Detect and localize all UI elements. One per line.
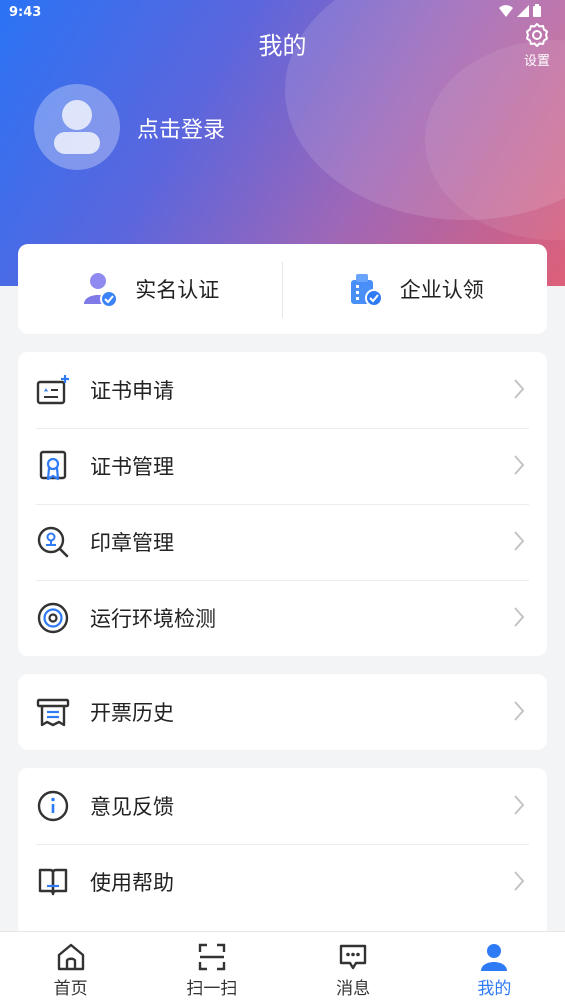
menu-item-label: 运行环境检测 — [90, 607, 216, 631]
menu-item-certificate-apply[interactable]: 证书申请 — [18, 352, 547, 428]
enterprise-claim-button[interactable]: 企业认领 — [283, 244, 548, 334]
chevron-right-icon — [514, 455, 525, 475]
default-avatar-icon — [54, 100, 100, 154]
nav-messages[interactable]: 消息 — [283, 932, 424, 1004]
wifi-icon — [499, 4, 513, 17]
gear-icon — [526, 23, 548, 47]
seal-search-icon — [36, 525, 70, 559]
avatar[interactable] — [34, 84, 120, 170]
invoice-menu-card: 开票历史 — [18, 674, 547, 750]
settings-button[interactable]: 设置 — [521, 22, 553, 69]
status-icons — [499, 4, 541, 17]
menu-item-label: 意见反馈 — [90, 795, 174, 819]
menu-item-label: 证书管理 — [90, 455, 174, 479]
nav-mine-label: 我的 — [477, 979, 512, 999]
menu-item-label: 使用帮助 — [90, 871, 174, 895]
chevron-right-icon — [514, 701, 525, 721]
real-name-auth-button[interactable]: 实名认证 — [18, 244, 283, 334]
scan-icon — [198, 943, 226, 971]
user-icon — [481, 944, 508, 971]
nav-messages-label: 消息 — [336, 979, 371, 999]
menu-item-label: 证书申请 — [90, 379, 174, 403]
menu-item-environment-check[interactable]: 运行环境检测 — [18, 580, 547, 656]
status-time: 9:43 — [9, 5, 42, 20]
chevron-right-icon — [514, 379, 525, 399]
menu-item-invoice-history[interactable]: 开票历史 — [18, 674, 547, 750]
enterprise-claim-label: 企业认领 — [399, 278, 484, 302]
nav-home[interactable]: 首页 — [0, 932, 141, 1004]
certificate-add-icon — [36, 373, 70, 407]
status-bar: 9:43 — [0, 0, 565, 26]
battery-icon — [533, 4, 541, 17]
support-menu-card: 意见反馈 使用帮助 — [18, 768, 547, 938]
certificate-menu-card: 证书申请 证书管理 印章管理 运行环境检测 — [18, 352, 547, 656]
book-icon — [36, 865, 70, 899]
nav-scan-label: 扫一扫 — [186, 979, 238, 999]
menu-item-feedback[interactable]: 意见反馈 — [18, 768, 547, 844]
login-link[interactable]: 点击登录 — [137, 112, 225, 144]
real-name-auth-label: 实名认证 — [135, 278, 220, 302]
home-icon — [57, 943, 84, 971]
receipt-icon — [36, 695, 70, 729]
menu-item-seal-manage[interactable]: 印章管理 — [18, 504, 547, 580]
menu-item-certificate-manage[interactable]: 证书管理 — [18, 428, 547, 504]
chevron-right-icon — [514, 871, 525, 891]
nav-home-label: 首页 — [53, 979, 88, 999]
chevron-right-icon — [514, 531, 525, 551]
auth-card: 实名认证 企业认领 — [18, 244, 547, 334]
menu-item-label: 印章管理 — [90, 531, 174, 555]
signal-icon — [517, 4, 529, 17]
menu-item-help[interactable]: 使用帮助 — [18, 844, 547, 920]
bottom-nav: 首页 扫一扫 消息 我的 — [0, 931, 565, 1004]
auth-divider — [282, 262, 283, 318]
target-icon — [36, 601, 70, 635]
certificate-badge-icon — [36, 449, 70, 483]
page-title: 我的 — [258, 32, 307, 60]
nav-scan[interactable]: 扫一扫 — [141, 932, 282, 1004]
menu-item-label: 开票历史 — [90, 701, 174, 725]
user-verified-icon — [84, 273, 119, 308]
settings-label: 设置 — [523, 54, 550, 69]
message-icon — [339, 944, 367, 970]
chevron-right-icon — [514, 607, 525, 627]
info-icon — [36, 789, 70, 823]
building-verified-icon — [350, 274, 383, 307]
nav-mine[interactable]: 我的 — [424, 932, 565, 1004]
chevron-right-icon — [514, 795, 525, 815]
